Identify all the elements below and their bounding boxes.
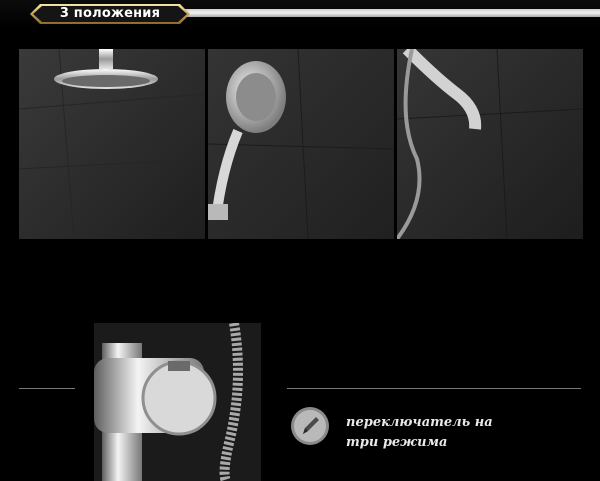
hand-shower-photo [208, 49, 394, 239]
mode-caption: переключатель на три режима [346, 413, 586, 453]
pencil-icon [290, 406, 330, 446]
divider-left [19, 388, 75, 389]
header-bar: 3 положения [0, 0, 600, 28]
badge-label: 3 положения [59, 6, 161, 21]
hose-spout-photo [397, 49, 583, 239]
caption-line-2: три режима [346, 435, 448, 450]
divider-right [287, 388, 581, 389]
positions-badge: 3 положения [30, 4, 190, 24]
caption-line-1: переключатель на [346, 415, 493, 430]
mode-switch-valve-photo [94, 323, 261, 481]
rain-shower-head-photo [19, 49, 205, 239]
header-chrome-strip [170, 9, 600, 17]
